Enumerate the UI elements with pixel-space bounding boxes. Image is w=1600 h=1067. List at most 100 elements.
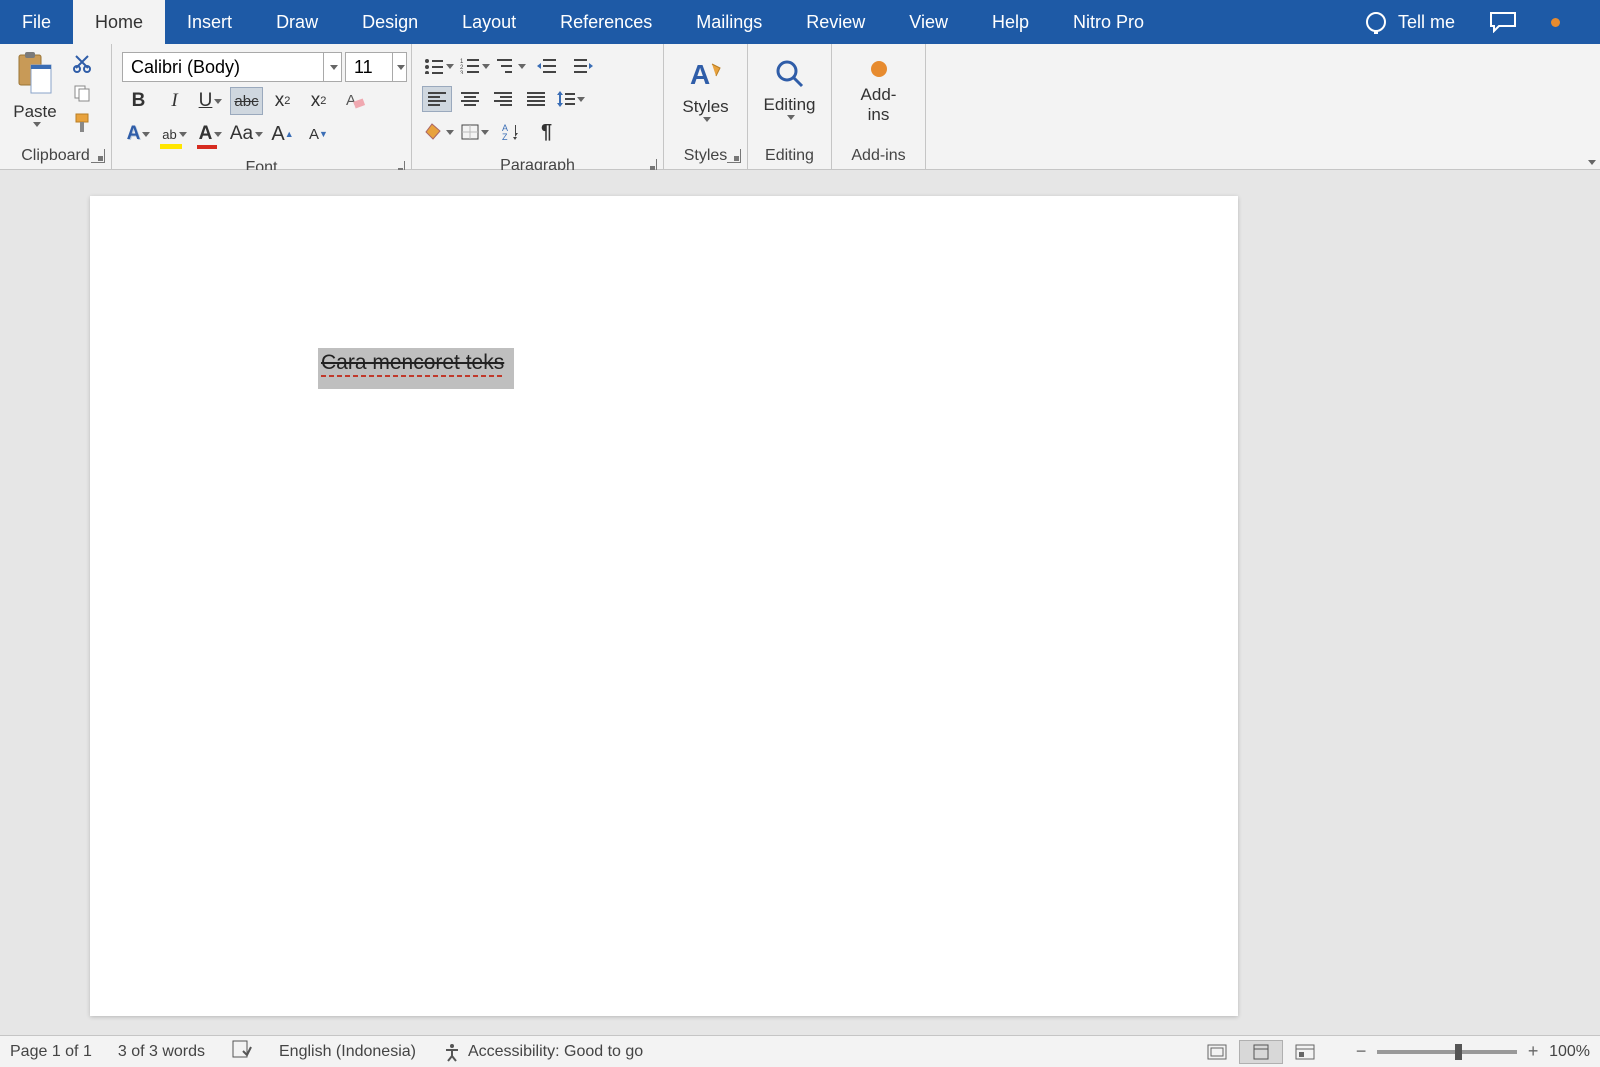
zoom-slider[interactable] (1377, 1050, 1517, 1054)
zoom-out-button[interactable]: − (1353, 1044, 1369, 1060)
editing-button[interactable]: Editing (746, 50, 834, 124)
cut-button[interactable] (68, 50, 96, 76)
strikethrough-button[interactable]: abc (230, 87, 263, 115)
language-indicator[interactable]: English (Indonesia) (279, 1043, 416, 1061)
lightbulb-icon (1366, 12, 1386, 32)
text-effects-button[interactable]: A (122, 120, 155, 148)
subscript-button[interactable]: x2 (266, 87, 299, 115)
svg-text:Z: Z (502, 132, 508, 141)
tab-review[interactable]: Review (784, 0, 887, 44)
tab-insert[interactable]: Insert (165, 0, 254, 44)
group-styles: A Styles Styles (664, 44, 748, 169)
paste-label: Paste (13, 102, 56, 122)
svg-text:A: A (690, 59, 710, 90)
align-center-button[interactable] (455, 86, 485, 112)
page-indicator[interactable]: Page 1 of 1 (10, 1043, 92, 1061)
tab-nitro-pro[interactable]: Nitro Pro (1051, 0, 1166, 44)
accessibility-icon (442, 1042, 462, 1062)
format-painter-button[interactable] (68, 110, 96, 136)
show-marks-button[interactable]: ¶ (530, 118, 563, 146)
document-text: Cara mencoret teks (321, 351, 504, 374)
styles-label: Styles (664, 144, 747, 169)
document-page[interactable]: Cara mencoret teks (90, 196, 1238, 1016)
group-addins: Add-ins Add-ins (832, 44, 926, 169)
font-name-combo[interactable] (122, 52, 342, 82)
styles-button[interactable]: A Styles (664, 50, 746, 126)
accessibility-status[interactable]: Accessibility: Good to go (442, 1042, 643, 1062)
borders-button[interactable] (458, 118, 491, 146)
italic-button[interactable]: I (158, 87, 191, 115)
superscript-button[interactable]: x2 (302, 87, 335, 115)
search-icon (774, 58, 806, 95)
tab-design[interactable]: Design (340, 0, 440, 44)
change-case-button[interactable]: Aa (230, 120, 263, 148)
collapse-ribbon-button[interactable] (1588, 160, 1596, 165)
group-font: B I U abc x2 x2 A A ab A Aa A▲ A▼ Font (112, 44, 412, 169)
addins-label: Add-ins (832, 144, 925, 169)
tab-file[interactable]: File (0, 0, 73, 44)
increase-indent-button[interactable] (566, 52, 599, 80)
svg-text:3: 3 (460, 71, 464, 74)
word-count[interactable]: 3 of 3 words (118, 1043, 205, 1061)
clear-formatting-button[interactable]: A (338, 87, 371, 115)
highlight-button[interactable]: ab (158, 120, 191, 148)
decrease-indent-button[interactable] (530, 52, 563, 80)
align-left-button[interactable] (422, 86, 452, 112)
underline-button[interactable]: U (194, 87, 227, 115)
print-layout-button[interactable] (1239, 1040, 1283, 1064)
status-bar: Page 1 of 1 3 of 3 words English (Indone… (0, 1035, 1600, 1067)
comments-icon[interactable] (1489, 11, 1517, 33)
tab-draw[interactable]: Draw (254, 0, 340, 44)
tab-mailings[interactable]: Mailings (674, 0, 784, 44)
align-right-button[interactable] (488, 86, 518, 112)
grow-font-button[interactable]: A▲ (266, 120, 299, 148)
paste-icon (15, 51, 55, 102)
tab-layout[interactable]: Layout (440, 0, 538, 44)
sort-button[interactable]: AZ (494, 118, 527, 146)
line-spacing-button[interactable] (554, 85, 587, 113)
numbering-button[interactable]: 123 (458, 52, 491, 80)
editing-label: Editing (748, 144, 831, 169)
bullets-button[interactable] (422, 52, 455, 80)
addins-button[interactable]: Add-ins (838, 50, 919, 129)
font-color-button[interactable]: A (194, 120, 227, 148)
tell-me-search[interactable]: Tell me (1366, 12, 1455, 33)
web-layout-button[interactable] (1283, 1040, 1327, 1064)
multilevel-list-button[interactable] (494, 52, 527, 80)
zoom-in-button[interactable]: + (1525, 1044, 1541, 1060)
record-indicator-icon (1551, 18, 1560, 27)
focus-mode-button[interactable] (1195, 1040, 1239, 1064)
tab-help[interactable]: Help (970, 0, 1051, 44)
font-name-input[interactable] (123, 57, 323, 78)
ribbon-tabs: File Home Insert Draw Design Layout Refe… (0, 0, 1600, 44)
selected-text[interactable]: Cara mencoret teks (318, 348, 514, 389)
document-canvas[interactable]: Cara mencoret teks (0, 170, 1600, 1035)
shading-button[interactable] (422, 118, 455, 146)
align-justify-button[interactable] (521, 86, 551, 112)
addins-icon (868, 58, 890, 85)
group-editing: Editing Editing (748, 44, 832, 169)
styles-launcher[interactable] (727, 149, 741, 163)
tell-me-label: Tell me (1398, 12, 1455, 33)
clipboard-launcher[interactable] (91, 149, 105, 163)
shrink-font-button[interactable]: A▼ (302, 120, 335, 148)
paste-button[interactable]: Paste (6, 50, 64, 128)
styles-icon: A (688, 58, 724, 97)
group-clipboard: Paste Clipboard (0, 44, 112, 169)
group-paragraph: 123 AZ ¶ Paragraph (412, 44, 664, 169)
bold-button[interactable]: B (122, 87, 155, 115)
font-name-dropdown[interactable] (323, 53, 341, 81)
zoom-thumb[interactable] (1455, 1044, 1462, 1060)
chevron-down-icon (33, 122, 41, 127)
zoom-level[interactable]: 100% (1549, 1043, 1590, 1061)
tab-home[interactable]: Home (73, 0, 165, 44)
clipboard-label: Clipboard (0, 144, 111, 169)
font-size-dropdown[interactable] (392, 53, 406, 81)
copy-button[interactable] (68, 80, 96, 106)
spell-check-icon[interactable] (231, 1039, 253, 1064)
font-size-combo[interactable] (345, 52, 407, 82)
font-size-input[interactable] (346, 57, 392, 78)
ribbon: Paste Clipboard (0, 44, 1600, 170)
tab-references[interactable]: References (538, 0, 674, 44)
tab-view[interactable]: View (887, 0, 970, 44)
